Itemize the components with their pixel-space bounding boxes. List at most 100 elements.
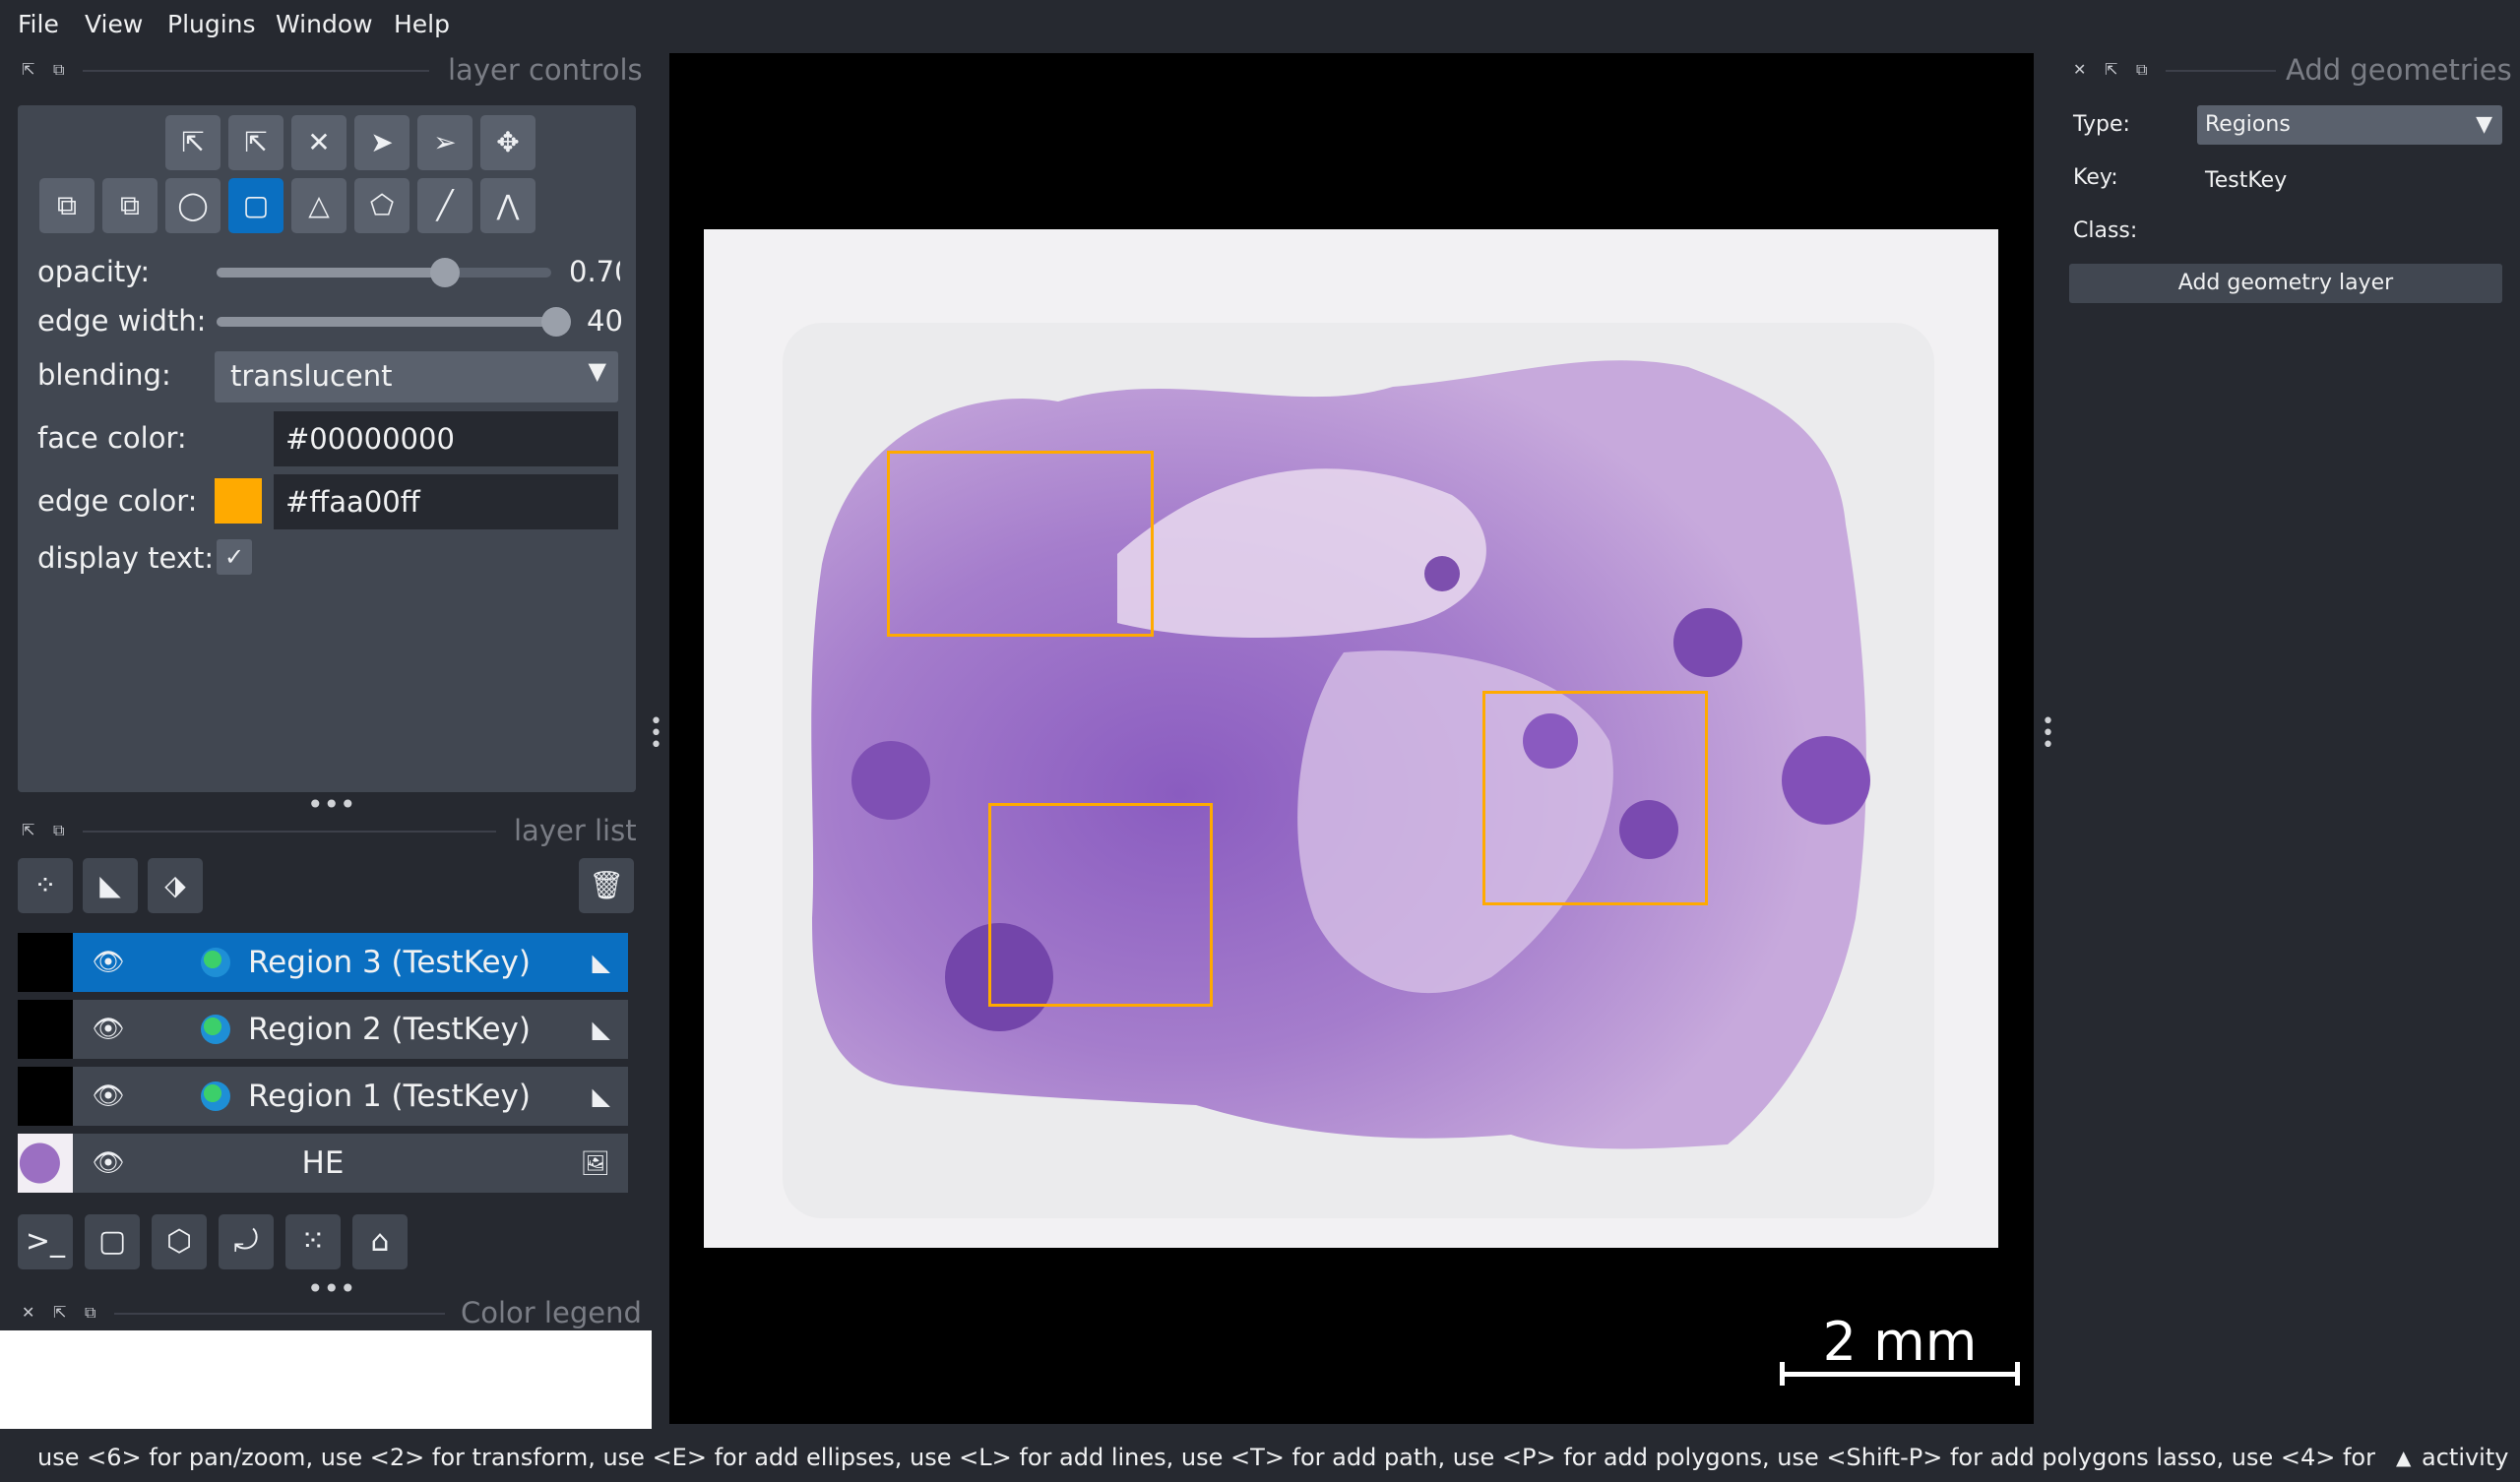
triangle-icon[interactable]: △ <box>291 178 346 233</box>
float-icon[interactable]: ⇱ <box>53 1304 66 1322</box>
edge-color-label: edge color: <box>37 484 198 518</box>
undock-icon[interactable]: ⧉ <box>85 1304 95 1322</box>
float-icon[interactable]: ⇱ <box>22 61 34 79</box>
region-2-rectangle[interactable] <box>988 803 1213 1007</box>
console-icon[interactable]: >_ <box>18 1214 73 1269</box>
layer-row-region-2[interactable]: 👁 Region 2 (TestKey) ◣ <box>18 1000 628 1059</box>
layer-row-he[interactable]: 👁 HE 🖼 <box>18 1134 628 1193</box>
ndisplay-icon[interactable]: ▢ <box>85 1214 140 1269</box>
scale-bar-tick-right <box>2015 1362 2020 1386</box>
opacity-slider-handle[interactable] <box>430 258 460 287</box>
add-vertex-icon[interactable]: ⇱ <box>228 115 284 170</box>
edge-color-input[interactable]: #ffaa00ff <box>274 474 618 529</box>
opacity-slider[interactable] <box>217 258 551 287</box>
globe-icon <box>201 1015 230 1044</box>
status-hint: use <6> for pan/zoom, use <2> for transf… <box>37 1444 2380 1471</box>
menu-help[interactable]: Help <box>394 0 450 49</box>
line-icon[interactable]: ╱ <box>417 178 472 233</box>
new-labels-layer-icon[interactable]: ⬗ <box>148 858 203 913</box>
dock-divider <box>83 70 429 72</box>
scale-bar-label: 2 mm <box>1822 1311 1978 1373</box>
menu-plugins[interactable]: Plugins <box>167 0 256 49</box>
splitter-handle[interactable]: ••• <box>650 711 662 757</box>
edge-width-slider-handle[interactable] <box>541 307 571 337</box>
dock-divider <box>2166 70 2276 72</box>
new-points-layer-icon[interactable]: ⁘ <box>18 858 73 913</box>
close-icon[interactable]: ✕ <box>22 1304 34 1322</box>
region-1-rectangle[interactable] <box>887 451 1154 637</box>
shapes-layer-icon: ◣ <box>592 949 610 976</box>
layer-controls-title: layer controls <box>448 53 643 87</box>
region-3-rectangle[interactable] <box>1482 691 1708 905</box>
undock-icon[interactable]: ⧉ <box>2136 61 2147 79</box>
status-bar: use <6> for pan/zoom, use <2> for transf… <box>0 1433 2520 1482</box>
layer-row-region-1[interactable]: 👁 Region 1 (TestKey) ◣ <box>18 1067 628 1126</box>
edge-width-value: 40 <box>587 304 623 338</box>
edge-width-slider[interactable] <box>217 307 571 337</box>
float-icon[interactable]: ⇱ <box>2105 61 2117 79</box>
layer-list-title: layer list <box>514 814 637 847</box>
new-shapes-layer-icon[interactable]: ◣ <box>83 858 138 913</box>
activity-button[interactable]: activity <box>2422 1433 2508 1482</box>
eye-icon[interactable]: 👁 <box>89 1000 128 1059</box>
menu-window[interactable]: Window <box>276 0 373 49</box>
layer-name[interactable]: Region 3 (TestKey) <box>248 933 531 992</box>
undock-icon[interactable]: ⧉ <box>53 61 64 79</box>
layer-thumbnail <box>18 933 73 992</box>
delete-shape-icon[interactable]: ✕ <box>291 115 346 170</box>
dock-divider <box>114 1313 445 1315</box>
polygon-icon[interactable]: ⬠ <box>354 178 410 233</box>
rectangle-icon[interactable]: ▢ <box>228 178 284 233</box>
pan-zoom-icon[interactable]: ✥ <box>480 115 536 170</box>
layer-name[interactable]: Region 1 (TestKey) <box>248 1067 531 1126</box>
layer-thumbnail <box>18 1067 73 1126</box>
menu-view[interactable]: View <box>85 0 143 49</box>
globe-icon <box>201 948 230 977</box>
type-select[interactable]: Regions ▼ <box>2197 105 2502 145</box>
image-layer-icon: 🖼 <box>580 1149 610 1177</box>
layer-name[interactable]: HE <box>18 1134 628 1193</box>
menu-bar: File View Plugins Window Help <box>0 0 2520 49</box>
opacity-value: 0.70 <box>569 255 620 288</box>
remove-selected-icon[interactable]: ⇱ <box>165 115 220 170</box>
direct-select-icon[interactable]: ➢ <box>417 115 472 170</box>
add-geometry-layer-button[interactable]: Add geometry layer <box>2069 264 2502 303</box>
layer-row-region-3[interactable]: 👁 Region 3 (TestKey) ◣ <box>18 933 628 992</box>
grid-icon[interactable]: ⁙ <box>285 1214 341 1269</box>
type-label: Type: <box>2073 112 2130 137</box>
face-color-label: face color: <box>37 421 187 455</box>
blending-select[interactable]: translucent ▼ <box>215 351 618 402</box>
splitter-handle[interactable]: ••• <box>307 1275 356 1303</box>
transpose-icon[interactable]: ⤾ <box>219 1214 274 1269</box>
face-color-input[interactable]: #00000000 <box>274 411 618 466</box>
key-input[interactable]: TestKey <box>2197 161 2502 201</box>
blending-value: translucent <box>230 359 393 393</box>
display-text-checkbox[interactable]: ✓ <box>217 539 252 575</box>
opacity-slider-fill <box>217 268 445 278</box>
splitter-handle[interactable]: ••• <box>307 791 356 819</box>
class-input[interactable] <box>2197 211 2502 250</box>
key-label: Key: <box>2073 165 2118 190</box>
eye-icon[interactable]: 👁 <box>89 933 128 992</box>
class-label: Class: <box>2073 218 2138 243</box>
edge-width-label: edge width: <box>37 304 207 338</box>
move-front-icon[interactable]: ⧉ <box>39 178 94 233</box>
menu-file[interactable]: File <box>18 0 59 49</box>
edge-width-slider-fill <box>217 317 556 327</box>
select-shape-icon[interactable]: ➤ <box>354 115 410 170</box>
splitter-handle[interactable]: ••• <box>2042 711 2054 757</box>
edge-color-swatch[interactable] <box>215 478 262 524</box>
roll-dims-icon[interactable]: ⬡ <box>152 1214 207 1269</box>
undock-icon[interactable]: ⧉ <box>53 822 64 839</box>
path-icon[interactable]: ⋀ <box>480 178 536 233</box>
eye-icon[interactable]: 👁 <box>89 1067 128 1126</box>
caret-up-icon: ▲ <box>2396 1446 2412 1469</box>
layer-name[interactable]: Region 2 (TestKey) <box>248 1000 531 1059</box>
close-icon[interactable]: ✕ <box>2073 61 2086 79</box>
move-back-icon[interactable]: ⧉ <box>102 178 158 233</box>
home-icon[interactable]: ⌂ <box>352 1214 408 1269</box>
delete-layer-icon[interactable]: 🗑 <box>579 858 634 913</box>
he-tissue-image <box>704 229 1998 1248</box>
float-icon[interactable]: ⇱ <box>22 822 34 839</box>
ellipse-icon[interactable]: ◯ <box>165 178 220 233</box>
